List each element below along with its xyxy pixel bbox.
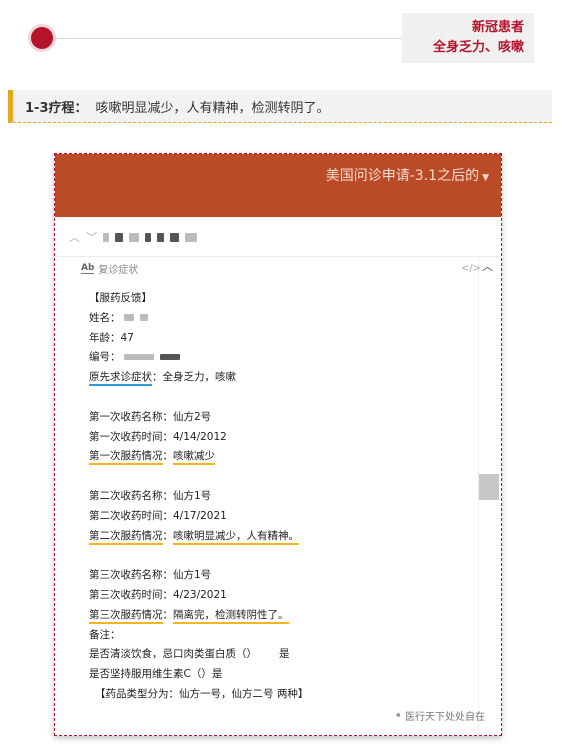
orig-symptom-label: 原先求诊症状 <box>89 371 152 387</box>
course-label: 1-3疗程： <box>25 100 88 116</box>
app-toolbar: ︿ ﹀ <box>55 217 501 257</box>
r3-time: 第三次收药时间：4/23/2021 <box>89 588 227 601</box>
title-tag-line2: 全身乏力、咳嗽 <box>432 40 524 55</box>
r2-status-value: 咳嗽明显减少，人有精神。 <box>173 529 299 545</box>
age-value: 47 <box>120 331 134 344</box>
r1-status-value: 咳嗽减少 <box>173 450 215 466</box>
pane-title: 复诊症状 <box>98 264 139 276</box>
name-label: 姓名： <box>89 311 121 324</box>
r1-status-label: 第一次服药情况 <box>89 450 163 466</box>
watermark-text: 医行天下处处自在 <box>405 712 485 723</box>
header-line <box>40 38 402 39</box>
q1-text: 是否清淡饮食，忌口肉类蛋白质（） <box>89 648 257 661</box>
q2-row: 是否坚持服用维生素C（）是 <box>89 668 223 681</box>
course-row: 1-3疗程： 咳嗽明显减少，人有精神，检测转阴了。 <box>8 90 552 123</box>
q1-answer: 是 <box>279 648 290 661</box>
title-tag: 新冠患者 全身乏力、咳嗽 <box>402 13 534 63</box>
header-dot <box>31 27 53 49</box>
r2-status-row: 第二次服药情况：咳嗽明显减少，人有精神。 <box>89 527 481 547</box>
note-label: 备注： <box>89 628 121 641</box>
watermark: ꔷ 医行天下处处自在 <box>395 708 485 724</box>
course-text: 咳嗽明显减少，人有精神，检测转阴了。 <box>95 100 330 116</box>
r2-status-sep: ： <box>162 529 174 542</box>
id-row: 编号： <box>89 348 481 368</box>
orig-symptom-value: ：全身乏力，咳嗽 <box>152 371 236 384</box>
code-icon[interactable]: </> <box>461 263 481 274</box>
r1-status-row: 第一次服药情况：咳嗽减少 <box>89 447 481 467</box>
chevron-down-icon[interactable]: ﹀ <box>86 229 97 245</box>
age-row: 年龄：47 <box>89 329 481 349</box>
app-header: 美国问诊申请-3.1之后的 ▼ <box>55 154 501 217</box>
r3-status-row: 第三次服药情况：隔离完，检测转阴性了。 <box>89 606 481 626</box>
app-title[interactable]: 美国问诊申请-3.1之后的 <box>326 168 479 184</box>
orig-symptom-row: 原先求诊症状：全身乏力，咳嗽 <box>89 368 481 388</box>
r3-status-label: 第三次服药情况 <box>89 608 163 624</box>
id-label: 编号： <box>89 351 121 364</box>
r3-status-value: 隔离完，检测转阴性了。 <box>173 608 289 624</box>
chevron-up-icon[interactable]: ︿ <box>69 229 80 245</box>
spellcheck-icon[interactable]: Ab <box>81 263 95 274</box>
scroll-up-icon[interactable]: ︿ <box>482 258 493 274</box>
r1-time: 第一次收药时间：4/14/2012 <box>89 430 227 443</box>
q1-row: 是否清淡饮食，忌口肉类蛋白质（） 是 <box>89 645 481 665</box>
r3-status-sep: ： <box>162 608 174 621</box>
r1-name: 第一次收药名称：仙方2号 <box>89 410 212 423</box>
document-body[interactable]: 【服药反馈】 姓名： 年龄：47 编号： 原先求诊症状：全身乏力，咳嗽 第一次收… <box>81 279 481 705</box>
r3-name: 第三次收药名称：仙方1号 <box>89 569 212 582</box>
name-row: 姓名： <box>89 309 481 329</box>
types-row: 【药品类型分为：仙方一号，仙方二号 两种】 <box>95 687 309 700</box>
caret-down-icon[interactable]: ▼ <box>482 173 489 183</box>
pane-header: Ab 复诊症状 </> <box>81 257 481 279</box>
document-pane: Ab 复诊症状 </> 【服药反馈】 姓名： 年龄：47 编号： 原先求诊症状：… <box>81 257 481 735</box>
scrollbar-thumb[interactable] <box>479 474 499 500</box>
redacted-name-value <box>123 312 154 324</box>
redacted-name <box>103 227 203 246</box>
app-screenshot: 美国问诊申请-3.1之后的 ▼ ︿ ﹀ ︿ Ab 复诊症状 </> 【服药反馈】 … <box>54 153 502 736</box>
redacted-id-value <box>123 351 186 363</box>
doc-heading: 【服药反馈】 <box>89 292 152 304</box>
r2-status-label: 第二次服药情况 <box>89 529 163 545</box>
r2-time: 第二次收药时间：4/17/2021 <box>89 509 227 522</box>
age-label: 年龄： <box>89 331 121 344</box>
r2-name: 第二次收药名称：仙方1号 <box>89 489 212 502</box>
title-tag-line1: 新冠患者 <box>471 20 524 35</box>
r1-status-sep: ： <box>162 450 174 463</box>
wechat-icon: ꔷ <box>395 708 401 722</box>
